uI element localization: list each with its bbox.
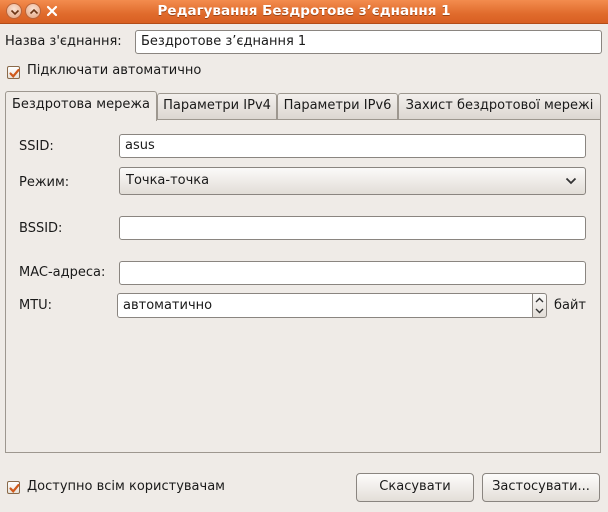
tab-wireless-security[interactable]: Захист бездротової мережі [398, 93, 601, 119]
mtu-label: MTU: [19, 298, 53, 313]
mac-address-label: MAC-адреса: [19, 265, 106, 280]
autoconnect-label: Підключати автоматично [27, 63, 202, 78]
spin-arrows-icon [535, 297, 544, 314]
tab-ipv4[interactable]: Параметри IPv4 [157, 93, 277, 119]
mode-select-value: Точка-точка [126, 173, 210, 188]
connection-name-label: Назва з'єднання: [5, 34, 122, 49]
all-users-checkbox[interactable] [7, 481, 20, 494]
mode-label: Режим: [19, 175, 70, 190]
window-titlebar: Редагування Бездротове з’єднання 1 [0, 0, 608, 24]
ssid-label: SSID: [19, 139, 54, 154]
mode-select[interactable]: Точка-точка [119, 167, 586, 195]
connection-name-input[interactable]: Бездротове з’єднання 1 [135, 30, 602, 54]
mtu-input[interactable]: автоматично [117, 293, 533, 318]
bssid-label: BSSID: [19, 221, 63, 236]
tab-wireless-label: Бездротова мережа [11, 97, 151, 112]
tab-ipv4-label: Параметри IPv4 [163, 98, 271, 113]
bssid-input[interactable] [119, 216, 586, 240]
ssid-input[interactable]: asus [119, 134, 586, 158]
cancel-button-label: Скасувати [379, 479, 451, 494]
chevron-down-icon [565, 177, 577, 185]
checkmark-icon [9, 483, 20, 493]
cancel-button[interactable]: Скасувати [356, 473, 474, 502]
mac-address-input[interactable] [119, 261, 586, 285]
window-title: Редагування Бездротове з’єднання 1 [157, 3, 451, 19]
tab-wireless-security-label: Захист бездротової мережі [405, 98, 594, 113]
tab-ipv6-label: Параметри IPv6 [283, 98, 392, 113]
apply-button[interactable]: Застосувати... [482, 473, 600, 502]
tab-wireless[interactable]: Бездротова мережа [5, 91, 157, 121]
mtu-unit-label: байт [554, 298, 587, 313]
all-users-label: Доступно всім користувачам [27, 479, 225, 494]
mtu-spin-buttons[interactable] [532, 293, 547, 318]
checkmark-icon [9, 68, 20, 78]
autoconnect-checkbox[interactable] [7, 66, 20, 79]
tab-ipv6[interactable]: Параметри IPv6 [277, 93, 398, 119]
apply-button-label: Застосувати... [492, 479, 590, 494]
